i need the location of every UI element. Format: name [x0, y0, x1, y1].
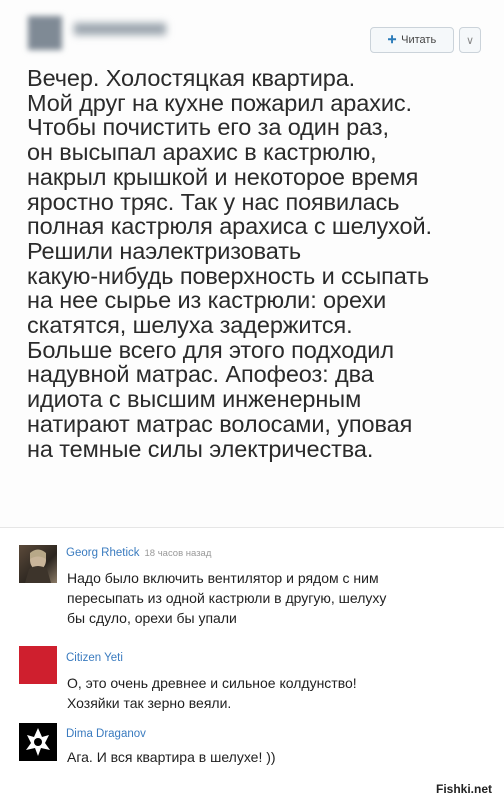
- tweet-text-line: полная кастрюля арахиса с шелухой.: [27, 213, 432, 240]
- tweet-text-line: Решили наэлектризовать: [27, 237, 302, 264]
- tweet-text-line: он высыпал арахис в кастрюлю,: [27, 139, 377, 166]
- comment-author[interactable]: Georg Rhetick 18 часов назад: [66, 547, 211, 559]
- comment-text-line: пересыпать из одной кастрюли в другую, ш…: [67, 590, 387, 606]
- tweet-text-line: на нее сырье из кастрюли: орехи: [27, 287, 387, 314]
- divider: [0, 527, 504, 528]
- comment-text-line: Хозяйки так зерно веяли.: [67, 695, 232, 711]
- comment-text-line: Ага. И вся квартира в шелухе! )): [67, 749, 276, 765]
- avatar[interactable]: [19, 723, 57, 761]
- tweet-text-line: Больше всего для этого подходил: [27, 336, 394, 363]
- watermark: Fishki.net: [436, 782, 493, 796]
- tweet-text-line: какую-нибудь поверхность и ссыпать: [27, 262, 430, 289]
- follow-button[interactable]: ➕︎ Читать: [370, 27, 454, 53]
- author-name-blurred[interactable]: [74, 23, 166, 35]
- follow-label: Читать: [401, 34, 437, 46]
- tweet-text-line: яростно тряс. Так у нас появилась: [27, 188, 400, 215]
- tweet-text-line: на темные силы электричества.: [27, 435, 374, 462]
- tweet-text-line: надувной матрас. Апофеоз: два: [27, 361, 374, 388]
- tweet-text: Вечер. Холостяцкая квартира. Мой друг на…: [27, 66, 497, 461]
- comment-text-line: Надо было включить вентилятор и рядом с …: [67, 570, 379, 586]
- comment-author-name[interactable]: Dima Draganov: [66, 728, 146, 740]
- tweet-text-line: Мой друг на кухне пожарил арахис.: [27, 89, 412, 116]
- more-options-button[interactable]: ∨: [459, 27, 481, 53]
- tweet-text-line: скатятся, шелуха задержится.: [27, 312, 353, 339]
- comment-author-name[interactable]: Georg Rhetick: [66, 547, 140, 559]
- comment-author[interactable]: Citizen Yeti: [66, 652, 123, 664]
- add-user-icon: ➕︎: [387, 33, 397, 46]
- comment-author[interactable]: Dima Draganov: [66, 728, 146, 740]
- chevron-down-icon: ∨: [465, 34, 475, 47]
- avatar[interactable]: [19, 545, 57, 583]
- tweet-text-line: Чтобы почистить его за один раз,: [27, 114, 389, 141]
- tweet-text-line: идиота с высшим инженерным: [27, 386, 362, 413]
- tweet-card: ➕︎ Читать ∨ Вечер. Холостяцкая квартира.…: [0, 0, 504, 527]
- avatar[interactable]: [19, 646, 57, 684]
- comment-text-line: бы сдуло, орехи бы упали: [67, 610, 237, 626]
- comment-time: 18 часов назад: [144, 548, 212, 559]
- tweet-text-line: натирают матрас волосами, уповая: [27, 410, 413, 437]
- comment-author-name[interactable]: Citizen Yeti: [66, 652, 123, 664]
- author-avatar-blurred[interactable]: [28, 16, 62, 50]
- tweet-text-line: накрыл крышкой и некоторое время: [27, 163, 419, 190]
- comment-text-line: О, это очень древнее и сильное колдунств…: [67, 675, 357, 691]
- tweet-text-line: Вечер. Холостяцкая квартира.: [27, 65, 356, 91]
